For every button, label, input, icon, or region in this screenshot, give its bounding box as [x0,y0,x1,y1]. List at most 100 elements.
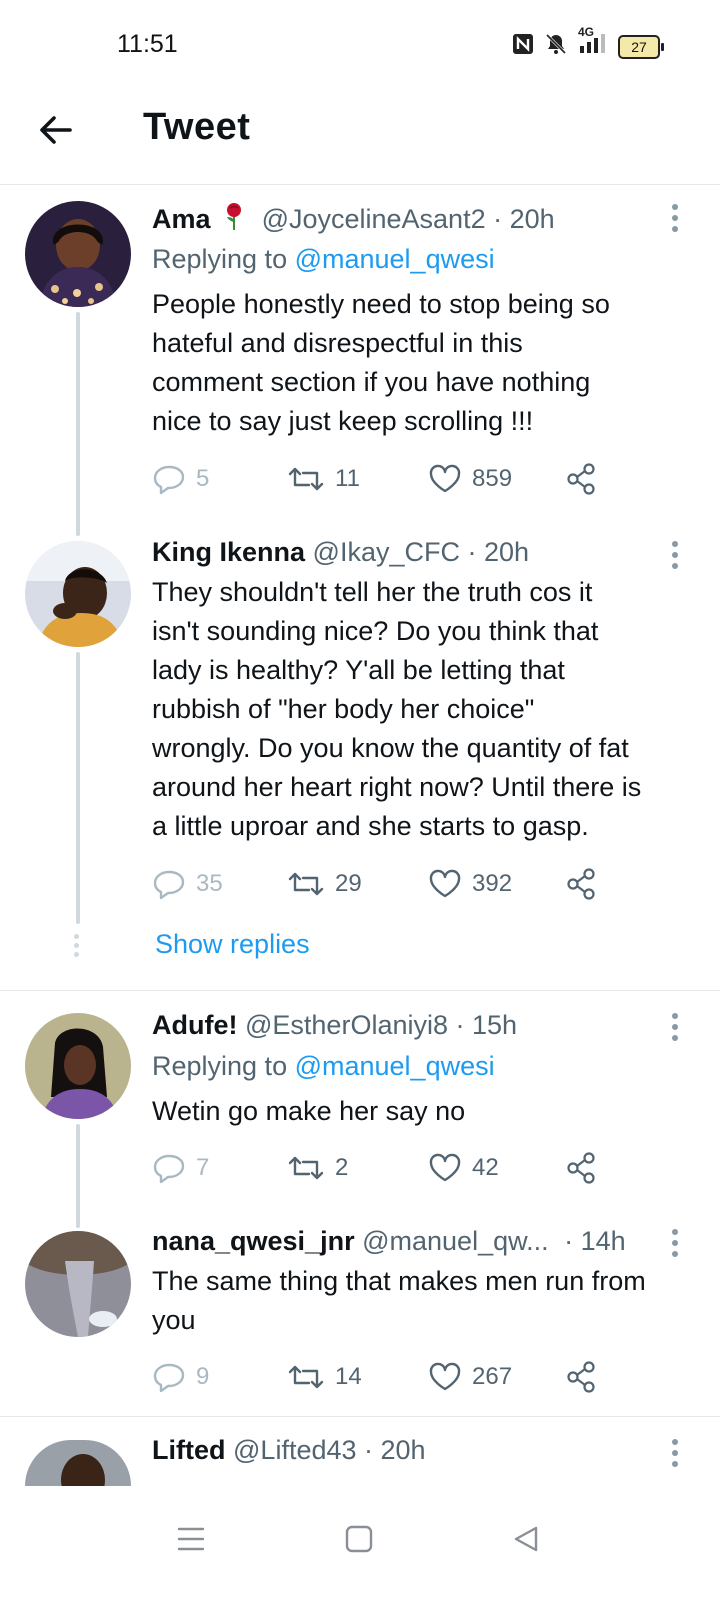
retweet-count: 11 [335,465,360,492]
share-icon [565,867,599,901]
heart-icon [428,1153,462,1183]
rose-emoji-icon [222,202,246,239]
share-icon [565,462,599,496]
user-handle[interactable]: @manuel_qw... [362,1226,549,1256]
retweet-button[interactable]: 11 [287,459,360,499]
reply-count: 7 [196,1154,210,1181]
retweet-icon [287,869,325,899]
tweet-time: · 20h [493,204,555,234]
tweet-actions: 35 29 392 [152,864,712,904]
share-button[interactable] [565,459,599,499]
avatar[interactable] [25,1231,131,1337]
status-icons: 4G 27 [512,25,664,61]
more-options-icon[interactable] [672,1229,680,1262]
like-button[interactable]: 392 [428,864,512,904]
retweet-button[interactable]: 29 [287,864,362,904]
like-count: 267 [472,1363,513,1390]
divider [0,990,720,991]
avatar[interactable] [25,201,131,307]
replying-to: Replying to @manuel_qwesi [152,244,495,275]
back-arrow-icon[interactable] [36,110,76,150]
thread-line [76,312,80,536]
like-count: 392 [472,870,513,897]
avatar[interactable] [25,1013,131,1119]
display-name[interactable]: nana_qwesi_jnr [152,1226,355,1256]
user-handle[interactable]: @JoycelineAsant2 [262,204,486,234]
reply-icon [152,867,186,901]
tweet-time: · 20h [467,537,530,567]
heart-icon [428,869,462,899]
like-button[interactable]: 859 [428,459,512,499]
reply-button[interactable]: 7 [152,1148,209,1188]
heart-icon [428,1362,462,1392]
tweet-time: · 20h [364,1435,426,1465]
show-replies-link[interactable]: Show replies [155,929,310,960]
more-options-icon[interactable] [672,1439,680,1472]
reply-icon [152,462,186,496]
retweet-button[interactable]: 14 [287,1357,362,1397]
share-button[interactable] [565,1148,599,1188]
tweet-header: nana_qwesi_jnr @manuel_qw... · 14h [152,1226,680,1257]
back-triangle-icon[interactable] [512,1525,540,1558]
tweet-text: Wetin go make her say no [152,1096,466,1126]
more-options-icon[interactable] [672,204,680,237]
avatar[interactable] [25,541,131,647]
replying-to: Replying to @manuel_qwesi [152,1051,495,1082]
reply-icon [152,1151,186,1185]
tweet-text: They shouldn't tell her the truth cos it… [152,577,642,841]
share-button[interactable] [565,1357,599,1397]
tweet-text: People honestly need to stop being so ha… [152,289,610,436]
reply-icon [152,1360,186,1394]
more-options-icon[interactable] [672,1013,680,1046]
menu-icon[interactable] [177,1526,205,1557]
page-title: Tweet [143,106,251,148]
display-name[interactable]: Adufe! [152,1010,237,1040]
user-handle[interactable]: @EstherOlaniyi8 [245,1010,448,1040]
display-name[interactable]: King Ikenna [152,537,305,567]
replying-to-handle[interactable]: @manuel_qwesi [295,1051,495,1081]
reply-button[interactable]: 9 [152,1357,209,1397]
tweet-actions: 5 11 859 [152,459,712,499]
tweet-time: · 14h [564,1226,626,1256]
nfc-icon [512,33,534,60]
tweet-text: The same thing that makes men run from y… [152,1266,646,1335]
reply-count: 5 [196,465,210,492]
like-count: 42 [472,1154,499,1181]
replying-to-handle[interactable]: @manuel_qwesi [295,244,495,274]
display-name[interactable]: Ama [152,204,211,234]
retweet-button[interactable]: 2 [287,1148,348,1188]
network-type: 4G [578,25,595,39]
share-icon [565,1151,599,1185]
system-nav-bar [0,1488,720,1600]
retweet-count: 29 [335,870,362,897]
tweet-header: King Ikenna @Ikay_CFC · 20h [152,537,680,568]
battery-icon: 27 [618,34,664,59]
reply-count: 35 [196,870,223,897]
thread-line [76,1124,80,1228]
retweet-icon [287,464,325,494]
tweet-time: · 15h [455,1010,518,1040]
like-button[interactable]: 42 [428,1148,499,1188]
home-icon[interactable] [345,1525,373,1558]
thread-dots [74,934,80,961]
reply-button[interactable]: 5 [152,459,209,499]
replying-to-label: Replying to [152,244,295,274]
status-bar: 11:51 4G 27 [0,0,720,92]
like-count: 859 [472,465,513,492]
battery-level: 27 [631,38,647,55]
tweet-header: Ama @JoycelineAsant2 · 20h [152,202,680,239]
signal-icon: 4G [578,25,608,60]
replying-to-label: Replying to [152,1051,295,1081]
like-button[interactable]: 267 [428,1357,512,1397]
reply-button[interactable]: 35 [152,864,223,904]
display-name[interactable]: Lifted [152,1435,226,1465]
user-handle[interactable]: @Lifted43 [233,1435,357,1465]
user-handle[interactable]: @Ikay_CFC [313,537,460,567]
thread-line [76,652,80,924]
tweet-actions: 7 2 42 [152,1148,712,1188]
heart-icon [428,464,462,494]
more-options-icon[interactable] [672,541,680,574]
share-button[interactable] [565,864,599,904]
avatar[interactable] [25,1440,131,1486]
bell-muted-icon [544,32,568,61]
